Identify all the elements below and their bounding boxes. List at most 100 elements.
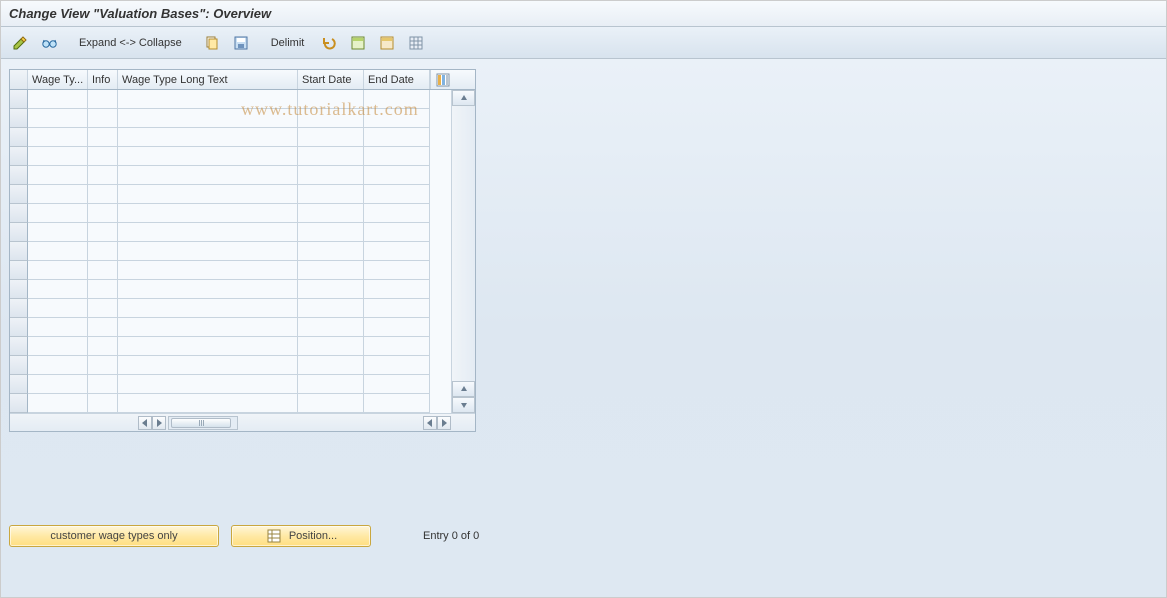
row-selector[interactable] [10,375,28,394]
cell-wage-type[interactable] [28,337,88,356]
cell-info[interactable] [88,147,118,166]
cell-long-text[interactable] [118,356,298,375]
table-row[interactable] [10,261,451,280]
col-info[interactable]: Info [88,70,118,89]
cell-end-date[interactable] [364,318,430,337]
cell-end-date[interactable] [364,375,430,394]
expand-collapse-button[interactable]: Expand <-> Collapse [70,32,191,54]
cell-long-text[interactable] [118,299,298,318]
glasses-button[interactable] [36,32,62,54]
cell-long-text[interactable] [118,337,298,356]
cell-info[interactable] [88,261,118,280]
cell-wage-type[interactable] [28,223,88,242]
cell-long-text[interactable] [118,128,298,147]
scroll-up-button[interactable] [452,90,475,106]
cell-end-date[interactable] [364,356,430,375]
cell-start-date[interactable] [298,204,364,223]
table-row[interactable] [10,185,451,204]
cell-start-date[interactable] [298,166,364,185]
cell-wage-type[interactable] [28,280,88,299]
scroll-left-button[interactable] [138,416,152,430]
row-selector[interactable] [10,356,28,375]
table-row[interactable] [10,147,451,166]
cell-wage-type[interactable] [28,204,88,223]
scroll-down-step-button[interactable] [452,381,475,397]
copy-button[interactable] [199,32,225,54]
table-row[interactable] [10,337,451,356]
row-selector[interactable] [10,280,28,299]
cell-long-text[interactable] [118,90,298,109]
cell-wage-type[interactable] [28,299,88,318]
cell-info[interactable] [88,90,118,109]
row-selector[interactable] [10,223,28,242]
row-selector[interactable] [10,204,28,223]
cell-long-text[interactable] [118,109,298,128]
cell-long-text[interactable] [118,261,298,280]
table-row[interactable] [10,356,451,375]
configure-columns-button[interactable] [430,70,454,89]
col-wage-type[interactable]: Wage Ty... [28,70,88,89]
scroll-left-end-button[interactable] [423,416,437,430]
select-all-button[interactable] [345,32,371,54]
table-row[interactable] [10,128,451,147]
vertical-scrollbar[interactable] [451,90,475,413]
row-selector[interactable] [10,128,28,147]
row-selector[interactable] [10,166,28,185]
position-button[interactable]: Position... [231,525,371,547]
cell-end-date[interactable] [364,166,430,185]
cell-end-date[interactable] [364,337,430,356]
cell-start-date[interactable] [298,90,364,109]
cell-start-date[interactable] [298,109,364,128]
row-selector[interactable] [10,261,28,280]
toggle-edit-button[interactable] [7,32,33,54]
table-row[interactable] [10,90,451,109]
cell-info[interactable] [88,299,118,318]
table-row[interactable] [10,375,451,394]
cell-long-text[interactable] [118,185,298,204]
cell-long-text[interactable] [118,280,298,299]
col-end-date[interactable]: End Date [364,70,430,89]
cell-wage-type[interactable] [28,166,88,185]
cell-info[interactable] [88,128,118,147]
row-selector[interactable] [10,90,28,109]
scroll-right-button[interactable] [437,416,451,430]
cell-wage-type[interactable] [28,242,88,261]
cell-info[interactable] [88,223,118,242]
cell-wage-type[interactable] [28,128,88,147]
hscroll-thumb[interactable] [171,418,231,428]
cell-long-text[interactable] [118,147,298,166]
cell-end-date[interactable] [364,128,430,147]
row-selector[interactable] [10,242,28,261]
select-all-column[interactable] [10,70,28,89]
cell-end-date[interactable] [364,204,430,223]
cell-start-date[interactable] [298,223,364,242]
undo-button[interactable] [316,32,342,54]
table-row[interactable] [10,166,451,185]
cell-end-date[interactable] [364,109,430,128]
cell-start-date[interactable] [298,185,364,204]
cell-wage-type[interactable] [28,90,88,109]
customer-wage-types-button[interactable]: customer wage types only [9,525,219,547]
cell-info[interactable] [88,109,118,128]
row-selector[interactable] [10,299,28,318]
row-selector[interactable] [10,318,28,337]
cell-wage-type[interactable] [28,318,88,337]
cell-start-date[interactable] [298,147,364,166]
cell-long-text[interactable] [118,318,298,337]
row-selector[interactable] [10,147,28,166]
cell-long-text[interactable] [118,204,298,223]
horizontal-scrollbar[interactable] [10,413,475,431]
cell-long-text[interactable] [118,394,298,413]
cell-start-date[interactable] [298,375,364,394]
table-row[interactable] [10,299,451,318]
row-selector[interactable] [10,185,28,204]
cell-end-date[interactable] [364,223,430,242]
cell-start-date[interactable] [298,299,364,318]
table-row[interactable] [10,204,451,223]
cell-start-date[interactable] [298,280,364,299]
cell-start-date[interactable] [298,356,364,375]
cell-wage-type[interactable] [28,356,88,375]
cell-info[interactable] [88,242,118,261]
cell-end-date[interactable] [364,90,430,109]
cell-end-date[interactable] [364,242,430,261]
